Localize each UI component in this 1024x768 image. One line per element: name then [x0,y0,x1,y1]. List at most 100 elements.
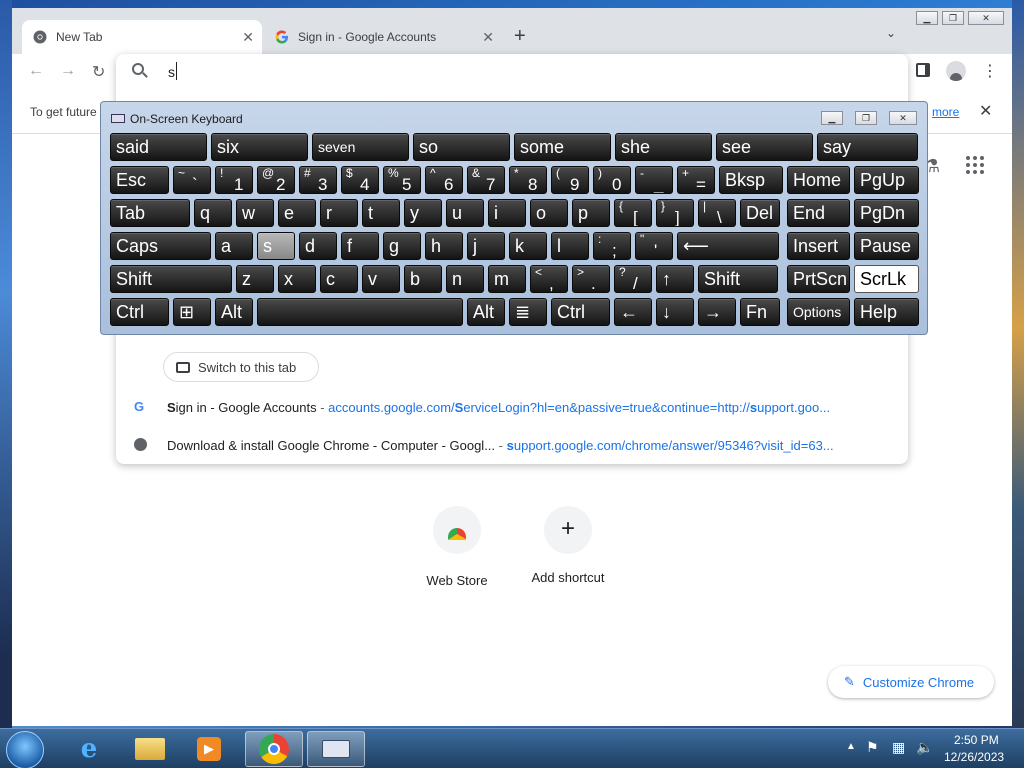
key[interactable]: Options [787,298,850,326]
tray-volume-icon[interactable]: 🔈 [916,739,933,756]
key[interactable]: k [509,232,547,260]
key[interactable]: ⟵ [677,232,779,260]
key[interactable]: Shift [698,265,778,293]
shortcut-tile-web-store[interactable]: Web Store [412,506,502,596]
key[interactable]: Bksp [719,166,783,194]
key[interactable]: o [530,199,568,227]
key[interactable]: ScrLk [854,265,919,293]
key[interactable]: Alt [467,298,505,326]
key[interactable]: * 8 [509,166,547,194]
taskbar-chrome[interactable] [245,731,303,767]
key[interactable]: Tab [110,199,190,227]
infobar-close-icon[interactable]: ✕ [979,101,992,121]
key[interactable]: Caps [110,232,211,260]
key[interactable]: @2 [257,166,295,194]
start-button[interactable] [6,731,44,768]
key[interactable]: Insert [787,232,850,260]
space-key[interactable] [257,298,463,326]
switch-tab-button[interactable]: Switch to this tab [163,352,319,382]
key[interactable]: :; [593,232,631,260]
key[interactable]: c [320,265,358,293]
key[interactable]: PgDn [854,199,919,227]
key[interactable]: ! 1 [215,166,253,194]
key[interactable]: y [404,199,442,227]
key[interactable]: r [320,199,358,227]
tab-search-chevron-icon[interactable]: ⌄ [886,26,896,40]
key[interactable]: n [446,265,484,293]
key[interactable]: ~ ` [173,166,211,194]
key[interactable]: a [215,232,253,260]
prediction-key[interactable]: see [716,133,813,161]
key[interactable]: End [787,199,850,227]
prediction-key[interactable]: say [817,133,918,161]
menu-kebab-icon[interactable]: ⋮ [982,61,998,81]
key[interactable]: Pause [854,232,919,260]
key[interactable]: q [194,199,232,227]
key[interactable]: (9 [551,166,589,194]
customize-chrome-button[interactable]: ✎ Customize Chrome [828,666,994,698]
taskbar-ie[interactable]: e [60,731,118,767]
key[interactable]: d [299,232,337,260]
key[interactable]: j [467,232,505,260]
taskbar-explorer[interactable] [121,731,179,767]
key[interactable]: >. [572,265,610,293]
key[interactable]: | \ [698,199,736,227]
clock-time[interactable]: 2:50 PM [954,733,999,747]
prediction-key[interactable]: six [211,133,308,161]
key[interactable]: ← [614,298,652,326]
key[interactable]: u [446,199,484,227]
key[interactable]: Home [787,166,850,194]
suggestion-row[interactable]: Download & install Google Chrome - Compu… [116,428,908,464]
key[interactable]: PgUp [854,166,919,194]
key[interactable]: Esc [110,166,169,194]
key[interactable]: x [278,265,316,293]
key[interactable]: e [278,199,316,227]
key[interactable]: w [236,199,274,227]
key[interactable]: + = [677,166,715,194]
taskbar-osk[interactable] [307,731,365,767]
key[interactable]: Del [740,199,780,227]
tray-arrow-icon[interactable]: ▲ [846,741,856,752]
apps-grid-icon[interactable] [966,156,984,174]
key[interactable]: z [236,265,274,293]
close-window-button[interactable]: ✕ [968,11,1004,25]
new-tab-button[interactable]: + [514,25,526,48]
key[interactable]: ⊞ [173,298,211,326]
key[interactable]: Ctrl [551,298,610,326]
key[interactable]: " ' [635,232,673,260]
key[interactable]: }] [656,199,694,227]
key[interactable]: - _ [635,166,673,194]
key[interactable]: ≣ [509,298,547,326]
osk-close-button[interactable]: ✕ [889,111,917,125]
key[interactable]: → [698,298,736,326]
prediction-key[interactable]: she [615,133,712,161]
key[interactable]: f [341,232,379,260]
omnibox-input[interactable]: s [168,64,175,80]
shortcut-tile-add[interactable]: + Add shortcut [523,506,613,596]
close-icon[interactable]: ✕ [242,29,254,46]
key[interactable]: ) 0 [593,166,631,194]
key[interactable]: ? / [614,265,652,293]
prediction-key[interactable]: seven [312,133,409,161]
key[interactable]: $4 [341,166,379,194]
osk-maximize-button[interactable]: ❐ [855,111,877,125]
reload-icon[interactable]: ↻ [92,62,105,82]
key[interactable]: {[ [614,199,652,227]
tab-sign-in[interactable]: Sign in - Google Accounts ✕ [264,20,502,54]
prediction-key[interactable]: said [110,133,207,161]
key[interactable]: ^ 6 [425,166,463,194]
key[interactable]: Fn [740,298,780,326]
key[interactable]: p [572,199,610,227]
key[interactable]: #3 [299,166,337,194]
back-arrow-icon[interactable]: ← [28,62,44,80]
maximize-button[interactable]: ❐ [942,11,964,25]
key[interactable]: t [362,199,400,227]
key[interactable]: Alt [215,298,253,326]
key[interactable]: m [488,265,526,293]
clock-date[interactable]: 12/26/2023 [944,750,1004,764]
key[interactable]: g [383,232,421,260]
key[interactable]: Shift [110,265,232,293]
key[interactable]: Help [854,298,919,326]
tray-network-icon[interactable]: ▦ [892,739,905,756]
key[interactable]: l [551,232,589,260]
